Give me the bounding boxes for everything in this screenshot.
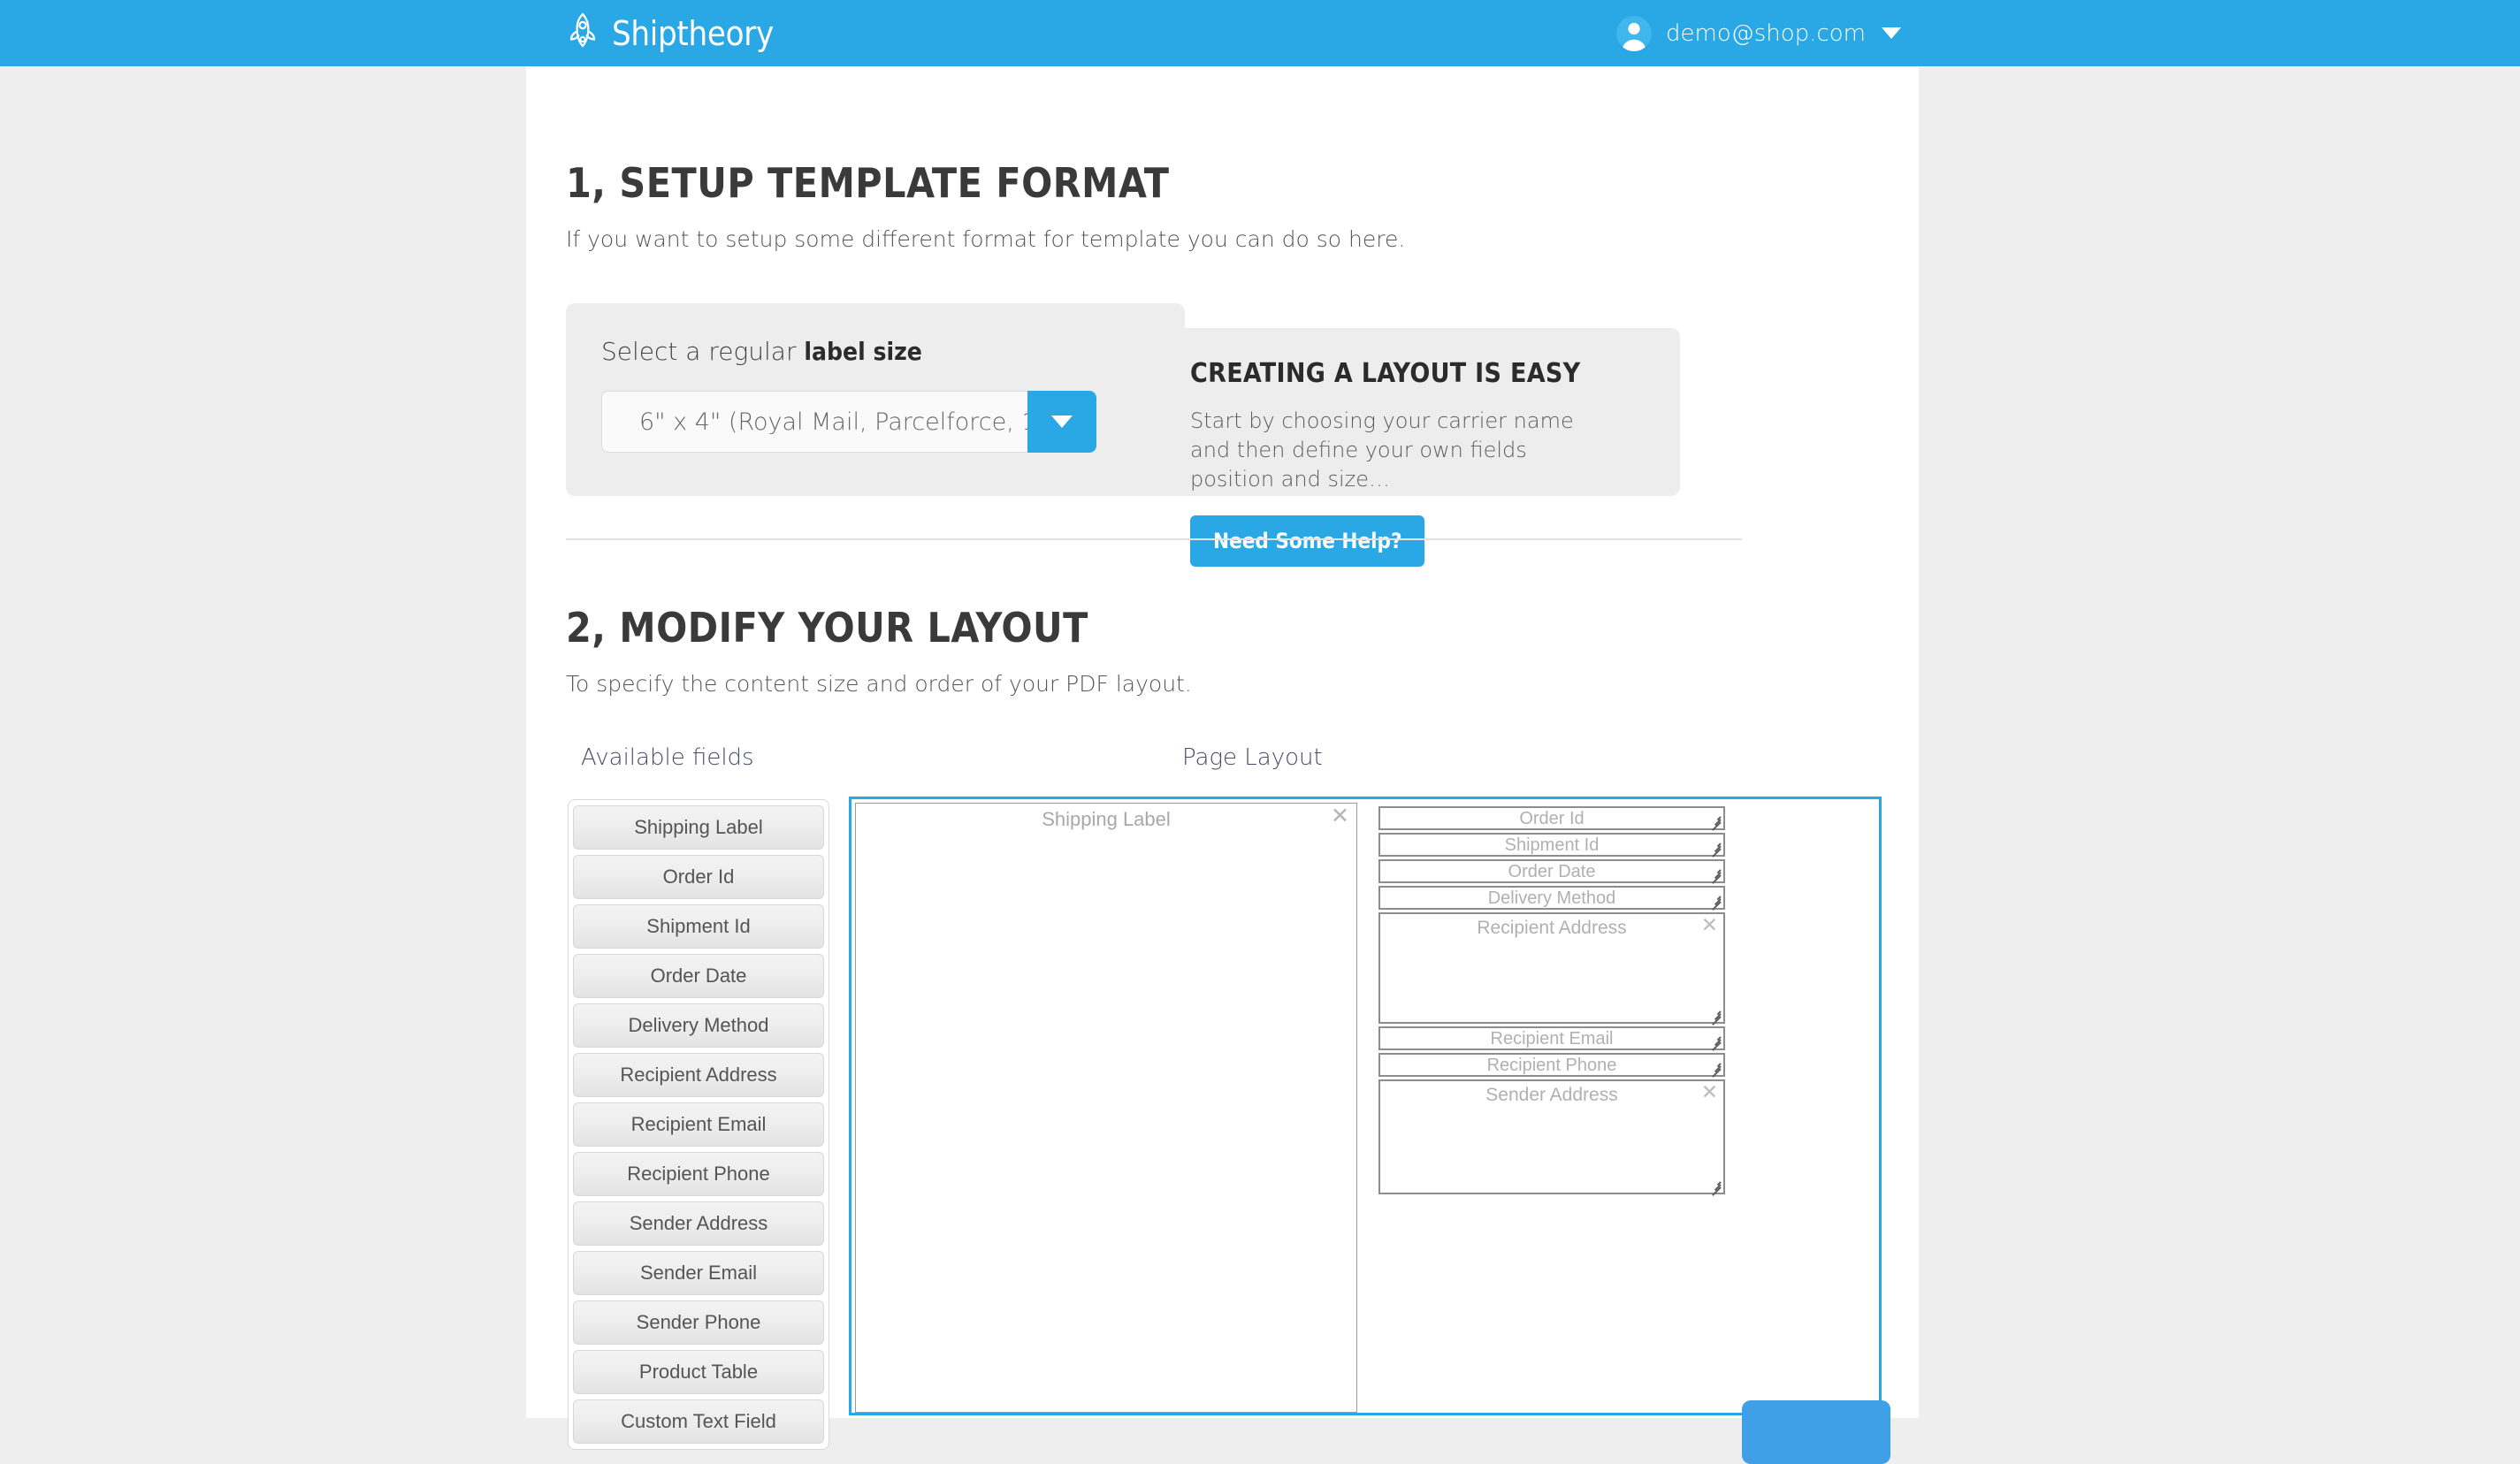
label-size-label-prefix: Select a regular [601,337,805,366]
page-layout-canvas[interactable]: Shipping Label ✕ Order Id Shipment Id Orde… [849,797,1882,1415]
available-field-chip[interactable]: Shipment Id [573,904,824,949]
page-title: 1, SETUP TEMPLATE FORMAT [566,159,1170,207]
available-field-chip[interactable]: Recipient Phone [573,1152,824,1196]
label-size-label-strong: label size [804,337,922,366]
available-field-chip[interactable]: Recipient Address [573,1053,824,1097]
builder-column-labels: Available fields Page Layout [566,744,1879,780]
close-icon[interactable]: ✕ [1701,915,1718,935]
top-navigation-bar: Shiptheory demo@shop.com [0,0,2520,66]
resize-handle-icon[interactable] [1708,812,1722,831]
available-field-chip[interactable]: Shipping Label [573,805,824,850]
placed-field-title: Recipient Address [1477,918,1627,938]
help-card-title: CREATING A LAYOUT IS EASY [1190,358,1581,389]
placed-field-row[interactable]: Order Id [1378,806,1725,831]
placed-field-title: Delivery Method [1487,888,1616,908]
page-container: 1, SETUP TEMPLATE FORMAT If you want to … [526,66,1919,1464]
label-size-select-value[interactable]: 6" x 4" (Royal Mail, Parcelforce, 13 [601,391,1027,453]
resize-handle-icon[interactable] [1708,865,1722,884]
resize-handle-icon[interactable] [1708,892,1722,911]
placed-field-title: Recipient Email [1490,1029,1614,1048]
available-field-chip[interactable]: Product Table [573,1350,824,1394]
close-icon[interactable]: ✕ [1701,1082,1718,1102]
available-field-chip[interactable]: Delivery Method [573,1003,824,1048]
brand-logo-link[interactable]: Shiptheory [566,0,774,66]
section-divider [566,538,1742,540]
section-one-subtitle: If you want to setup some different form… [566,226,1406,252]
shipping-label-zone[interactable]: Shipping Label ✕ [855,803,1357,1413]
chevron-down-icon[interactable] [1882,27,1901,39]
available-field-chip[interactable]: Sender Email [573,1251,824,1295]
content-area: 1, SETUP TEMPLATE FORMAT If you want to … [526,66,1919,1450]
template-format-panel: Select a regular label size 6" x 4" (Roy… [566,303,1680,568]
resize-handle-icon[interactable] [1708,1007,1722,1026]
chevron-down-icon [1051,416,1073,428]
page-layout-label: Page Layout [1182,744,1323,771]
available-field-chip[interactable]: Order Date [573,954,824,998]
close-icon[interactable]: ✕ [1331,805,1349,827]
placed-field-title: Order Id [1519,809,1585,828]
user-avatar-icon [1616,15,1653,51]
shipping-label-zone-title: Shipping Label [1042,808,1171,830]
placed-field-block[interactable]: Recipient Address ✕ [1378,912,1725,1026]
placed-field-row[interactable]: Recipient Phone [1378,1053,1725,1078]
placed-field-title: Shipment Id [1504,835,1600,855]
label-size-select-toggle[interactable] [1027,391,1096,453]
resize-handle-icon[interactable] [1708,1178,1722,1196]
placed-field-row[interactable]: Shipment Id [1378,833,1725,858]
modify-layout-section: 2, MODIFY YOUR LAYOUT To specify the con… [566,498,1882,1450]
chat-bubble-icon[interactable] [1742,1400,1890,1464]
resize-handle-icon[interactable] [1708,839,1722,858]
need-some-help-button[interactable]: Need Some Help? [1190,515,1425,568]
section-two-subtitle: To specify the content size and order of… [566,671,1192,697]
help-card-body: Start by choosing your carrier name and … [1190,408,1574,492]
help-card: CREATING A LAYOUT IS EASY Start by choos… [1157,328,1680,568]
label-size-panel: Select a regular label size 6" x 4" (Roy… [566,303,1185,496]
placed-fields-column: Order Id Shipment Id Order Date Delivery Me… [1378,806,1725,1197]
available-field-chip[interactable]: Sender Address [573,1201,824,1246]
section-two-title: 2, MODIFY YOUR LAYOUT [566,604,1088,652]
label-size-select[interactable]: 6" x 4" (Royal Mail, Parcelforce, 13 [601,391,1096,453]
available-fields-list: Shipping Label Order Id Shipment Id Order D… [568,799,829,1450]
available-field-chip[interactable]: Custom Text Field [573,1399,824,1444]
layout-builder: Shipping Label Order Id Shipment Id Order D… [566,797,1882,1450]
setup-template-format-section: 1, SETUP TEMPLATE FORMAT If you want to … [566,66,1879,568]
resize-handle-icon[interactable] [1708,1059,1722,1078]
placed-field-row[interactable]: Order Date [1378,859,1725,884]
user-account-menu[interactable]: demo@shop.com [1616,0,1901,66]
placed-field-row[interactable]: Delivery Method [1378,886,1725,911]
brand-name-text: Shiptheory [612,13,774,53]
user-email-label: demo@shop.com [1666,19,1866,47]
available-field-chip[interactable]: Sender Phone [573,1300,824,1345]
available-field-chip[interactable]: Order Id [573,855,824,899]
placed-field-title: Recipient Phone [1486,1056,1617,1075]
placed-field-block[interactable]: Sender Address ✕ [1378,1079,1725,1196]
placed-field-row[interactable]: Recipient Email [1378,1026,1725,1051]
placed-field-title: Sender Address [1485,1085,1618,1105]
placed-field-title: Order Date [1508,862,1596,881]
available-fields-label: Available fields [581,744,754,771]
label-size-label: Select a regular label size [601,337,1149,366]
rocket-icon [566,12,599,54]
resize-handle-icon[interactable] [1708,1033,1722,1051]
available-field-chip[interactable]: Recipient Email [573,1102,824,1147]
